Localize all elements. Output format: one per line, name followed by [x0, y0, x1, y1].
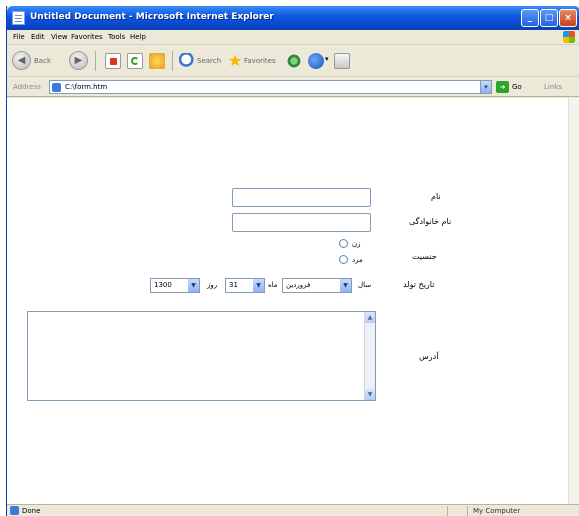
address-field-label: آدرس: [419, 352, 439, 361]
address-input[interactable]: C:\form.htm: [49, 80, 481, 94]
document-icon: [12, 11, 25, 25]
search-button-label[interactable]: Search: [197, 57, 221, 65]
menu-bar: File Edit View Favorites Tools Help: [7, 30, 579, 45]
first-name-label: نام: [431, 192, 441, 201]
menu-file[interactable]: File: [13, 33, 25, 41]
forward-arrow-icon[interactable]: ▶: [69, 51, 88, 70]
last-name-input[interactable]: [232, 213, 371, 232]
menu-tools[interactable]: Tools: [108, 33, 125, 41]
day-label: روز: [207, 281, 218, 289]
day-select-value: 31: [229, 281, 238, 289]
gender-female-radio[interactable]: [339, 239, 348, 248]
address-textarea[interactable]: ▲ ▼: [27, 311, 376, 401]
favorites-star-icon[interactable]: ★: [227, 53, 243, 69]
menu-favorites[interactable]: Favorites: [71, 33, 103, 41]
back-button-label[interactable]: Back: [34, 57, 51, 65]
toolbar: ◀ Back ▶ Search ★ Favorites ▾: [7, 45, 579, 77]
month-select[interactable]: فروردین ▼: [282, 278, 352, 293]
status-bar: Done My Computer: [7, 504, 579, 516]
address-bar: Address C:\form.htm ▾ ➜ Go Links: [7, 77, 579, 97]
go-button-label[interactable]: Go: [512, 83, 522, 91]
stop-icon[interactable]: [105, 53, 121, 69]
windows-logo-icon: [563, 31, 575, 43]
links-label[interactable]: Links: [544, 83, 562, 91]
status-text: Done: [22, 507, 41, 515]
address-dropdown-icon[interactable]: ▾: [480, 80, 492, 94]
menu-help[interactable]: Help: [130, 33, 146, 41]
page-content: نام نام خانوادگی جنسیت زن مرد تاریخ تولد…: [7, 98, 568, 504]
status-divider: [467, 506, 468, 516]
close-button[interactable]: ×: [559, 9, 577, 27]
maximize-button[interactable]: □: [540, 9, 558, 27]
month-select-value: فروردین: [286, 281, 311, 289]
menu-view[interactable]: View: [51, 33, 68, 41]
back-arrow-icon[interactable]: ◀: [12, 51, 31, 70]
browser-window: Untitled Document - Microsoft Internet E…: [6, 6, 579, 516]
year-select-value: 1300: [154, 281, 172, 289]
refresh-icon[interactable]: [127, 53, 143, 69]
media-icon[interactable]: [286, 53, 302, 69]
page-status-icon: [10, 506, 19, 515]
month-label: ماه: [268, 281, 278, 289]
page-icon: [52, 83, 61, 92]
address-url[interactable]: C:\form.htm: [65, 83, 107, 91]
chevron-down-icon[interactable]: ▼: [340, 279, 351, 292]
toolbar-separator: [172, 51, 173, 71]
mail-icon[interactable]: [334, 53, 350, 69]
toolbar-separator: [95, 51, 96, 71]
page-scrollbar[interactable]: [568, 98, 579, 504]
day-select[interactable]: 31 ▼: [225, 278, 265, 293]
minimize-button[interactable]: _: [521, 9, 539, 27]
search-icon[interactable]: [179, 53, 195, 69]
scroll-down-icon[interactable]: ▼: [365, 389, 375, 400]
security-zone-text: My Computer: [473, 507, 521, 515]
go-arrow-icon[interactable]: ➜: [496, 81, 509, 93]
gender-male-radio[interactable]: [339, 255, 348, 264]
status-divider: [447, 506, 448, 516]
history-icon[interactable]: [308, 53, 324, 69]
chevron-down-icon[interactable]: ▼: [253, 279, 264, 292]
window-title: Untitled Document - Microsoft Internet E…: [30, 12, 274, 22]
gender-female-label: زن: [352, 240, 361, 248]
year-select[interactable]: 1300 ▼: [150, 278, 200, 293]
title-bar[interactable]: Untitled Document - Microsoft Internet E…: [7, 6, 579, 30]
birth-date-label: تاریخ تولد: [403, 280, 435, 289]
textarea-scrollbar[interactable]: ▲ ▼: [364, 312, 375, 400]
menu-edit[interactable]: Edit: [31, 33, 45, 41]
first-name-input[interactable]: [232, 188, 371, 207]
gender-label: جنسیت: [412, 252, 437, 261]
year-label: سال: [358, 281, 372, 289]
favorites-button-label[interactable]: Favorites: [244, 57, 276, 65]
home-icon[interactable]: [149, 53, 165, 69]
scroll-up-icon[interactable]: ▲: [365, 312, 375, 323]
gender-male-label: مرد: [352, 256, 363, 264]
address-label: Address: [13, 83, 41, 91]
last-name-label: نام خانوادگی: [409, 217, 452, 226]
chevron-down-icon[interactable]: ▼: [188, 279, 199, 292]
history-dropdown-icon[interactable]: ▾: [325, 55, 329, 63]
